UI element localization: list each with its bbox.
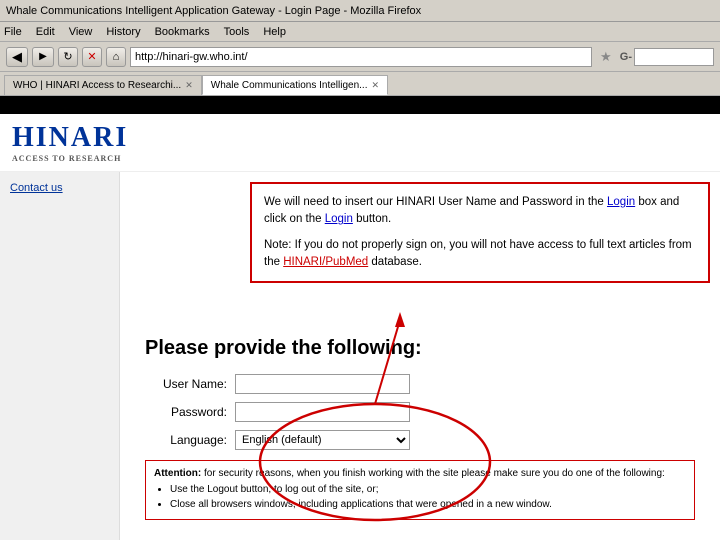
username-label: User Name: xyxy=(145,377,235,391)
forward-button[interactable]: ▶ xyxy=(32,47,54,67)
form-section: Please provide the following: User Name:… xyxy=(135,337,705,450)
attention-list: Use the Logout button, to log out of the… xyxy=(170,483,686,512)
google-search-input[interactable] xyxy=(634,48,714,66)
hinari-logo: HINARI ACCESS TO RESEARCH xyxy=(12,122,128,163)
hinari-header: HINARI ACCESS TO RESEARCH xyxy=(0,114,720,172)
menu-edit[interactable]: Edit xyxy=(36,26,55,38)
attention-item-1: Use the Logout button, to log out of the… xyxy=(170,483,686,497)
attention-item-2: Close all browsers windows, including ap… xyxy=(170,498,686,512)
tooltip-box: We will need to insert our HINARI User N… xyxy=(250,182,710,283)
tooltip-text-1: We will need to insert our HINARI User N… xyxy=(264,194,696,229)
back-button[interactable]: ◀ xyxy=(6,47,28,67)
login-link-1[interactable]: Login xyxy=(607,196,635,208)
bookmark-star[interactable]: ★ xyxy=(596,47,616,67)
username-row: User Name: xyxy=(145,374,695,394)
tab-who-hinari[interactable]: WHO | HINARI Access to Researchi... ✕ xyxy=(4,75,202,95)
menu-tools[interactable]: Tools xyxy=(224,26,250,38)
note-end: database. xyxy=(368,256,422,268)
tab-who-hinari-close[interactable]: ✕ xyxy=(185,80,193,91)
browser-title: Whale Communications Intelligent Applica… xyxy=(6,5,421,17)
tab-who-hinari-label: WHO | HINARI Access to Researchi... xyxy=(13,80,181,91)
attention-text: for security reasons, when you finish wo… xyxy=(204,468,665,479)
black-bar xyxy=(0,96,720,114)
tooltip-end: button. xyxy=(353,213,391,225)
attention-box: Attention: for security reasons, when yo… xyxy=(145,460,695,520)
page-content: HINARI ACCESS TO RESEARCH Contact us We … xyxy=(0,96,720,540)
password-label: Password: xyxy=(145,405,235,419)
google-search-bar: G- xyxy=(620,48,714,66)
menu-history[interactable]: History xyxy=(106,26,140,38)
address-bar[interactable]: http://hinari-gw.who.int/ xyxy=(130,47,592,67)
tabs-bar: WHO | HINARI Access to Researchi... ✕ Wh… xyxy=(0,72,720,96)
contact-us-link[interactable]: Contact us xyxy=(0,176,119,200)
password-input[interactable] xyxy=(235,402,410,422)
tooltip-intro: We will need to insert our HINARI User N… xyxy=(264,196,607,208)
menu-file[interactable]: File xyxy=(4,26,22,38)
password-row: Password: xyxy=(145,402,695,422)
tab-whale-comm-close[interactable]: ✕ xyxy=(372,80,380,91)
form-title: Please provide the following: xyxy=(145,337,695,360)
browser-titlebar: Whale Communications Intelligent Applica… xyxy=(0,0,720,22)
username-input[interactable] xyxy=(235,374,410,394)
browser-toolbar: ◀ ▶ ↻ ✕ ⌂ http://hinari-gw.who.int/ ★ G- xyxy=(0,42,720,72)
language-select[interactable]: English (default) xyxy=(235,430,410,450)
hinari-pubmed-link[interactable]: HINARI/PubMed xyxy=(283,256,368,268)
google-label: G- xyxy=(620,51,632,63)
hinari-logo-text: HINARI xyxy=(12,122,128,154)
stop-button[interactable]: ✕ xyxy=(82,47,102,67)
browser-menubar: File Edit View History Bookmarks Tools H… xyxy=(0,22,720,42)
login-link-2[interactable]: Login xyxy=(325,213,353,225)
language-row: Language: English (default) xyxy=(145,430,695,450)
hinari-tagline: ACCESS TO RESEARCH xyxy=(12,154,128,163)
tab-whale-comm-label: Whale Communications Intelligen... xyxy=(211,80,368,91)
attention-title: Attention: xyxy=(154,468,201,479)
home-button[interactable]: ⌂ xyxy=(106,47,126,67)
tab-whale-comm[interactable]: Whale Communications Intelligen... ✕ xyxy=(202,75,388,95)
menu-view[interactable]: View xyxy=(69,26,93,38)
sidebar: Contact us xyxy=(0,172,120,540)
main-layout: Contact us We will need to insert our HI… xyxy=(0,172,720,540)
menu-bookmarks[interactable]: Bookmarks xyxy=(155,26,210,38)
language-label: Language: xyxy=(145,433,235,447)
menu-help[interactable]: Help xyxy=(263,26,286,38)
refresh-button[interactable]: ↻ xyxy=(58,47,78,67)
main-area: We will need to insert our HINARI User N… xyxy=(120,172,720,540)
address-text: http://hinari-gw.who.int/ xyxy=(135,51,248,63)
tooltip-text-2: Note: If you do not properly sign on, yo… xyxy=(264,237,696,272)
